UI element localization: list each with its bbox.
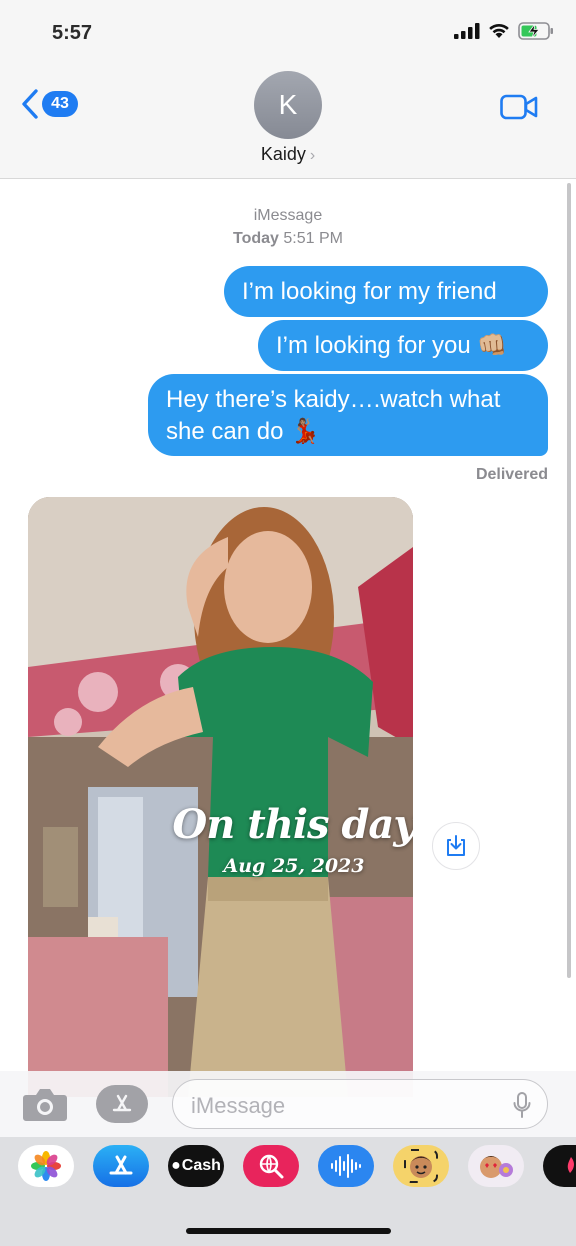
camera-icon [23, 1089, 67, 1121]
memoji-stickers-app[interactable] [468, 1145, 524, 1187]
cellular-signal-icon [454, 23, 480, 39]
home-indicator[interactable] [186, 1228, 391, 1234]
apple-logo-icon: ● [171, 1157, 181, 1174]
message-text: Hey there’s kaidy….watch what she can do… [166, 386, 501, 445]
camera-button[interactable] [22, 1085, 68, 1128]
apple-cash-app[interactable]: ● Cash [168, 1145, 224, 1187]
conversation-header: 43 K Kaidy › [0, 66, 576, 179]
chevron-left-icon [22, 89, 38, 119]
back-button[interactable]: 43 [20, 88, 78, 120]
memoji-face-icon [404, 1149, 438, 1183]
chevron-right-icon: › [309, 147, 316, 164]
message-text: I’m looking for my friend [242, 278, 497, 305]
message-input[interactable]: iMessage [172, 1079, 548, 1129]
service-label: iMessage [253, 207, 323, 224]
download-icon [447, 835, 465, 856]
sent-message-bubble[interactable]: I’m looking for my friend [224, 266, 548, 317]
day-label: Today [233, 230, 279, 247]
message-composer: iMessage [0, 1071, 576, 1137]
message-text: I’m looking for you 👊🏼 [276, 332, 508, 359]
unread-count-badge: 43 [42, 91, 78, 117]
app-store-app[interactable] [93, 1145, 149, 1187]
digital-touch-app[interactable] [543, 1145, 576, 1187]
video-memory-attachment[interactable]: On this day Aug 25, 2023 [28, 497, 413, 1097]
save-media-button[interactable] [432, 822, 480, 870]
photos-icon [31, 1151, 61, 1181]
facetime-video-button[interactable] [500, 94, 538, 125]
sent-message-bubble[interactable]: Hey there’s kaidy….watch what she can do… [148, 374, 548, 456]
audio-waveform-icon [331, 1154, 361, 1178]
memory-title: On this day [172, 801, 413, 848]
date-time-label: Today 5:51 PM [0, 227, 576, 250]
photos-app[interactable] [18, 1145, 74, 1187]
sent-message-bubble[interactable]: I’m looking for you 👊🏼 [258, 320, 548, 371]
audio-message-app[interactable] [318, 1145, 374, 1187]
contact-name-button[interactable]: Kaidy › [0, 144, 576, 165]
status-bar: 5:57 [0, 0, 576, 66]
memoji-stickers-icon [480, 1156, 513, 1178]
avatar-initial: K [278, 89, 298, 120]
apple-cash-label: Cash [181, 1157, 221, 1174]
status-icons [454, 22, 554, 40]
status-time: 5:57 [52, 22, 93, 44]
search-images-app[interactable] [243, 1145, 299, 1187]
apps-button[interactable] [96, 1085, 148, 1123]
delivered-status: Delivered [475, 466, 548, 483]
memoji-app[interactable] [393, 1145, 449, 1187]
globe-search-icon [259, 1154, 284, 1179]
contact-avatar[interactable]: K [254, 71, 322, 139]
message-input-placeholder: iMessage [191, 1093, 286, 1118]
wifi-icon [489, 23, 509, 38]
app-store-icon [109, 1155, 133, 1175]
contact-name: Kaidy [260, 144, 306, 164]
scrollbar[interactable] [567, 183, 571, 978]
microphone-icon[interactable] [513, 1092, 531, 1118]
time-label: 5:51 PM [283, 230, 343, 247]
video-camera-icon [500, 94, 538, 120]
video-thumbnail [28, 497, 413, 1097]
battery-charging-icon [518, 22, 553, 40]
app-store-icon [112, 1094, 132, 1112]
digital-touch-icon [567, 1157, 574, 1173]
memory-overlay: On this day Aug 25, 2023 [164, 801, 413, 879]
conversation-timestamp: iMessage Today 5:51 PM [0, 204, 576, 250]
memory-date: Aug 25, 2023 [223, 855, 365, 877]
